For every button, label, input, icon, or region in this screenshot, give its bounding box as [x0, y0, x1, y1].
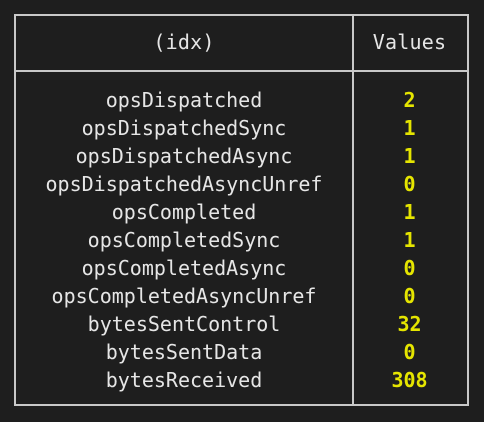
table-header-row: (idx) Values — [16, 14, 467, 70]
table-row: opsDispatched 2 — [16, 86, 467, 114]
table-row: bytesSentControl 32 — [16, 310, 467, 338]
row-key: bytesSentControl — [87, 312, 281, 336]
row-value: 1 — [403, 116, 416, 140]
console-table: (idx) Values opsDispatched 2 opsDispatch… — [14, 14, 469, 406]
table-body: opsDispatched 2 opsDispatchedSync 1 opsD… — [16, 86, 467, 394]
row-value: 32 — [397, 312, 422, 336]
values-column-header: Values — [372, 30, 447, 54]
row-key: bytesReceived — [105, 368, 263, 392]
row-value: 1 — [403, 144, 416, 168]
table-row: bytesSentData 0 — [16, 338, 467, 366]
row-value: 0 — [403, 256, 416, 280]
table-row: bytesReceived 308 — [16, 366, 467, 394]
table-row: opsCompletedAsync 0 — [16, 254, 467, 282]
row-key: opsDispatchedAsyncUnref — [45, 172, 323, 196]
row-key: opsDispatchedSync — [81, 116, 287, 140]
row-key: opsCompleted — [111, 200, 257, 224]
row-key: bytesSentData — [105, 340, 263, 364]
row-value: 308 — [391, 368, 428, 392]
terminal-window: (idx) Values opsDispatched 2 opsDispatch… — [0, 0, 484, 422]
table-header-separator — [16, 70, 467, 72]
row-key: opsDispatchedAsync — [75, 144, 293, 168]
row-key: opsCompletedAsyncUnref — [51, 284, 317, 308]
table-row: opsDispatchedAsyncUnref 0 — [16, 170, 467, 198]
row-value: 0 — [403, 284, 416, 308]
index-column-header: (idx) — [153, 30, 215, 54]
table-row: opsCompletedAsyncUnref 0 — [16, 282, 467, 310]
table-row: opsDispatchedAsync 1 — [16, 142, 467, 170]
row-value: 1 — [403, 200, 416, 224]
row-value: 0 — [403, 172, 416, 196]
row-value: 2 — [403, 88, 416, 112]
row-key: opsDispatched — [105, 88, 263, 112]
row-key: opsCompletedAsync — [81, 256, 287, 280]
table-row: opsDispatchedSync 1 — [16, 114, 467, 142]
table-row: opsCompletedSync 1 — [16, 226, 467, 254]
table-row: opsCompleted 1 — [16, 198, 467, 226]
row-key: opsCompletedSync — [87, 228, 281, 252]
row-value: 0 — [403, 340, 416, 364]
table-bottom-border — [16, 404, 467, 406]
row-value: 1 — [403, 228, 416, 252]
